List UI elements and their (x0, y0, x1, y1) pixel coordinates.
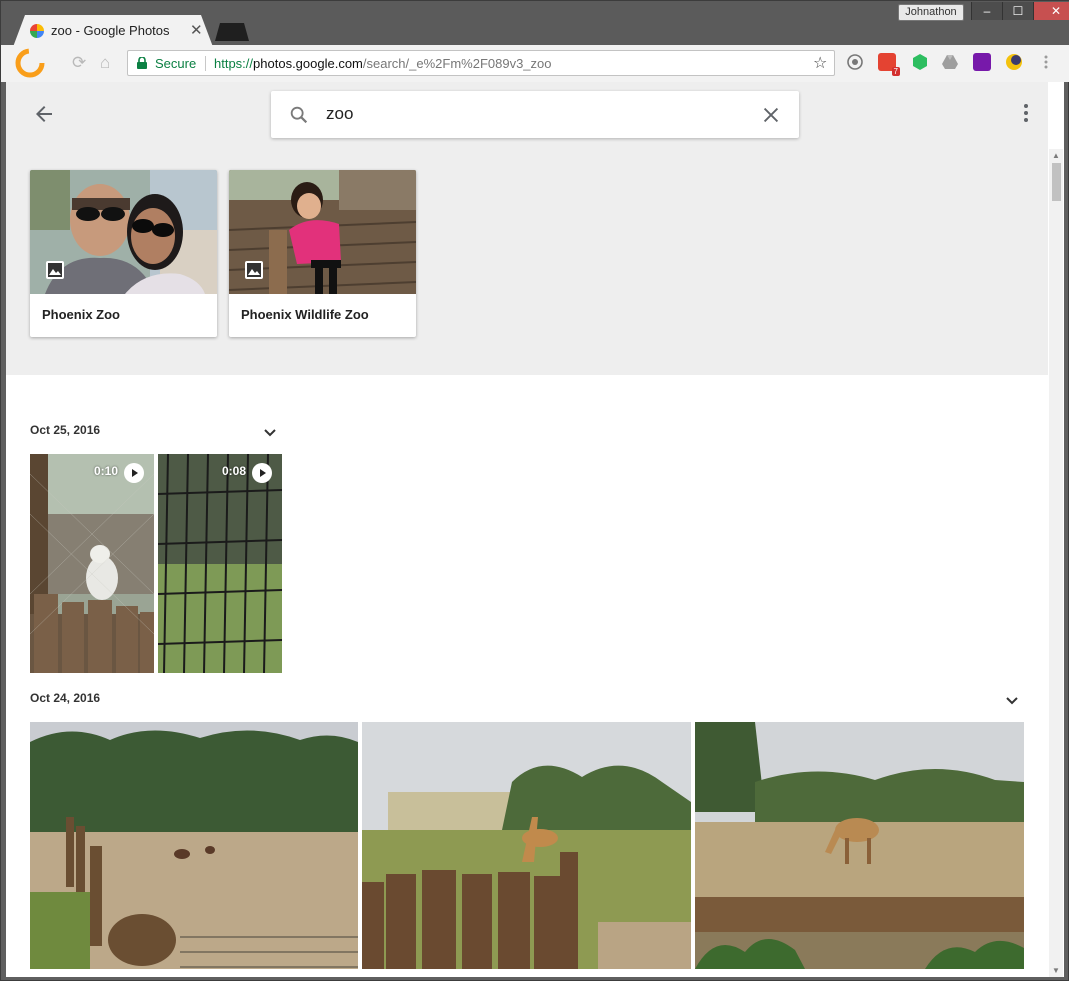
play-icon[interactable] (124, 463, 144, 483)
album-cover-image (229, 170, 416, 294)
section-date-oct-25: Oct 25, 2016 (30, 423, 101, 437)
extension-circle-icon[interactable] (846, 53, 864, 71)
maximize-button[interactable]: ☐ (1002, 2, 1033, 20)
chevron-down-icon[interactable] (1005, 696, 1019, 706)
todoist-badge: 7 (891, 67, 900, 76)
photo-badge-icon (245, 261, 263, 279)
secure-label: Secure (155, 56, 197, 71)
url-scheme: https:// (214, 56, 254, 71)
album-cover-image (30, 170, 217, 294)
photo-thumbnail[interactable] (30, 722, 358, 969)
more-options-icon[interactable] (1022, 102, 1030, 124)
scroll-down-icon[interactable]: ▼ (1052, 966, 1060, 975)
close-window-button[interactable]: ✕ (1033, 2, 1069, 20)
window-controls: – ☐ ✕ (971, 2, 1069, 20)
boar-enclosure-photo (30, 722, 358, 969)
minimize-button[interactable]: – (971, 2, 1002, 20)
title-bar: zoo - Google Photos ✕ Johnathon – ☐ ✕ (1, 1, 1069, 47)
video-duration: 0:08 (222, 464, 247, 478)
album-card-phoenix-zoo[interactable]: Phoenix Zoo (30, 170, 217, 337)
page-content: zoo Phoenix Zoo Phoenix Wildlife Zoo Oct… (6, 82, 1064, 977)
album-card-phoenix-wildlife-zoo[interactable]: Phoenix Wildlife Zoo (229, 170, 416, 337)
tab-close-icon[interactable]: ✕ (190, 21, 203, 39)
tab-title: zoo - Google Photos (51, 23, 170, 38)
fence-video-image (158, 454, 282, 673)
home-icon[interactable]: ⌂ (100, 53, 110, 73)
section-date-oct-24: Oct 24, 2016 (30, 691, 101, 705)
overwatch-extension-icon[interactable] (15, 48, 45, 78)
browser-menu-icon[interactable] (1037, 53, 1055, 71)
google-drive-extension-icon[interactable] (941, 53, 959, 71)
back-arrow-icon[interactable] (32, 102, 56, 126)
chevron-down-icon[interactable] (263, 428, 277, 438)
search-header: zoo Phoenix Zoo Phoenix Wildlife Zoo (6, 82, 1048, 375)
white-tiger-video-image (30, 454, 154, 673)
search-box[interactable]: zoo (271, 91, 799, 138)
url-host: photos.google.com (253, 56, 363, 71)
moon-extension-icon[interactable] (1005, 53, 1023, 71)
photo-thumbnail[interactable] (362, 722, 691, 969)
photo-badge-icon (46, 261, 64, 279)
reload-icon[interactable]: ⟳ (72, 53, 86, 73)
active-tab[interactable]: zoo - Google Photos ✕ (13, 15, 213, 47)
video-thumbnail[interactable]: 0:08 (158, 454, 282, 673)
browser-window: zoo - Google Photos ✕ Johnathon – ☐ ✕ ⟳ … (0, 0, 1069, 981)
giraffe-grazing-photo (695, 722, 1024, 969)
page-scrollbar[interactable]: ▲ ▼ (1049, 149, 1063, 977)
giraffe-yard-photo (362, 722, 691, 969)
bookmark-star-icon[interactable]: ☆ (813, 53, 827, 73)
search-input[interactable]: zoo (326, 104, 353, 124)
lock-icon (137, 57, 147, 69)
profile-button[interactable]: Johnathon (898, 4, 964, 21)
onenote-extension-icon[interactable] (973, 53, 991, 71)
todoist-extension-icon[interactable]: 7 (878, 53, 900, 76)
evernote-extension-icon[interactable] (911, 53, 929, 71)
google-photos-favicon-icon (30, 24, 44, 38)
clear-search-icon[interactable] (760, 104, 782, 126)
video-duration: 0:10 (94, 464, 119, 478)
album-title: Phoenix Zoo (42, 307, 120, 322)
album-title: Phoenix Wildlife Zoo (241, 307, 369, 322)
play-icon[interactable] (252, 463, 272, 483)
search-icon (290, 106, 308, 124)
url-text[interactable]: https://photos.google.com/search/_e%2Fm%… (214, 56, 552, 71)
address-bar[interactable]: Secure https://photos.google.com/search/… (127, 50, 835, 76)
url-separator (205, 56, 206, 71)
new-tab-button[interactable] (215, 23, 249, 41)
browser-toolbar: ⟳ ⌂ Secure https://photos.google.com/sea… (1, 45, 1069, 82)
video-thumbnail[interactable]: 0:10 (30, 454, 154, 673)
url-path: /search/_e%2Fm%2F089v3_zoo (362, 56, 552, 71)
photo-thumbnail[interactable] (695, 722, 1024, 969)
scrollbar-thumb[interactable] (1052, 163, 1061, 201)
scroll-up-icon[interactable]: ▲ (1052, 151, 1060, 160)
